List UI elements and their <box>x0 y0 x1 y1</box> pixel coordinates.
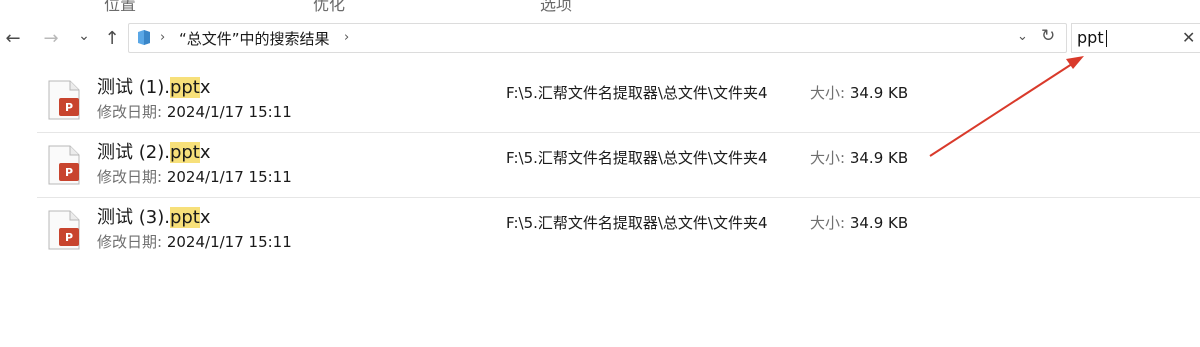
modified-date: 修改日期: 2024/1/17 15:11 <box>97 103 292 121</box>
file-name[interactable]: 测试 (3).pptx <box>97 203 211 229</box>
row-divider <box>37 197 1200 198</box>
file-size: 大小: 34.9 KB <box>810 214 909 232</box>
back-button[interactable]: ← <box>2 27 24 49</box>
ribbon-tab-optimize[interactable]: 优化 <box>313 0 345 12</box>
chevron-down-icon: ⌄ <box>78 28 90 44</box>
ribbon-tab-options[interactable]: 选项 <box>540 0 572 12</box>
ribbon-tab-location[interactable]: 位置 <box>104 0 136 12</box>
modified-date: 修改日期: 2024/1/17 15:11 <box>97 233 292 251</box>
search-box[interactable]: ppt ✕ <box>1071 23 1200 53</box>
svg-text:P: P <box>65 166 73 179</box>
breadcrumb[interactable]: “总文件”中的搜索结果 <box>179 28 330 49</box>
search-location-icon <box>138 30 150 45</box>
text-caret <box>1106 30 1107 47</box>
ribbon-strip: 位置 优化 选项 <box>0 0 1200 12</box>
powerpoint-file-icon: P <box>48 145 80 185</box>
breadcrumb-separator-icon: › <box>160 30 166 45</box>
list-item[interactable]: P 测试 (2).pptx 修改日期: 2024/1/17 15:11 F:\5… <box>0 135 1200 197</box>
file-name[interactable]: 测试 (2).pptx <box>97 138 211 164</box>
search-input[interactable]: ppt <box>1077 28 1104 47</box>
svg-text:P: P <box>65 101 73 114</box>
arrow-left-icon: ← <box>5 27 21 49</box>
svg-text:P: P <box>65 231 73 244</box>
powerpoint-file-icon: P <box>48 210 80 250</box>
file-size: 大小: 34.9 KB <box>810 149 909 167</box>
modified-date: 修改日期: 2024/1/17 15:11 <box>97 168 292 186</box>
search-match-highlight: ppt <box>169 207 200 228</box>
search-match-highlight: ppt <box>169 142 200 163</box>
arrow-right-icon: → <box>43 27 59 49</box>
search-match-highlight: ppt <box>169 77 200 98</box>
forward-button[interactable]: → <box>40 27 62 49</box>
list-item[interactable]: P 测试 (1).pptx 修改日期: 2024/1/17 15:11 F:\5… <box>0 70 1200 132</box>
row-divider <box>37 132 1200 133</box>
file-path: F:\5.汇帮文件名提取器\总文件\文件夹4 <box>506 84 768 102</box>
file-path: F:\5.汇帮文件名提取器\总文件\文件夹4 <box>506 149 768 167</box>
file-name[interactable]: 测试 (1).pptx <box>97 73 211 99</box>
refresh-icon[interactable]: ↻ <box>1041 26 1055 46</box>
address-dropdown-icon[interactable]: ⌄ <box>1017 29 1028 44</box>
powerpoint-file-icon: P <box>48 80 80 120</box>
arrow-up-icon: ↑ <box>104 27 120 49</box>
up-button[interactable]: ↑ <box>101 27 123 49</box>
list-item[interactable]: P 测试 (3).pptx 修改日期: 2024/1/17 15:11 F:\5… <box>0 200 1200 262</box>
file-size: 大小: 34.9 KB <box>810 84 909 102</box>
close-icon[interactable]: ✕ <box>1182 28 1195 47</box>
file-path: F:\5.汇帮文件名提取器\总文件\文件夹4 <box>506 214 768 232</box>
recent-locations-button[interactable]: ⌄ <box>73 25 95 47</box>
breadcrumb-chevron-icon[interactable]: › <box>344 30 349 45</box>
address-bar[interactable]: › “总文件”中的搜索结果 › ⌄ ↻ <box>128 23 1067 53</box>
